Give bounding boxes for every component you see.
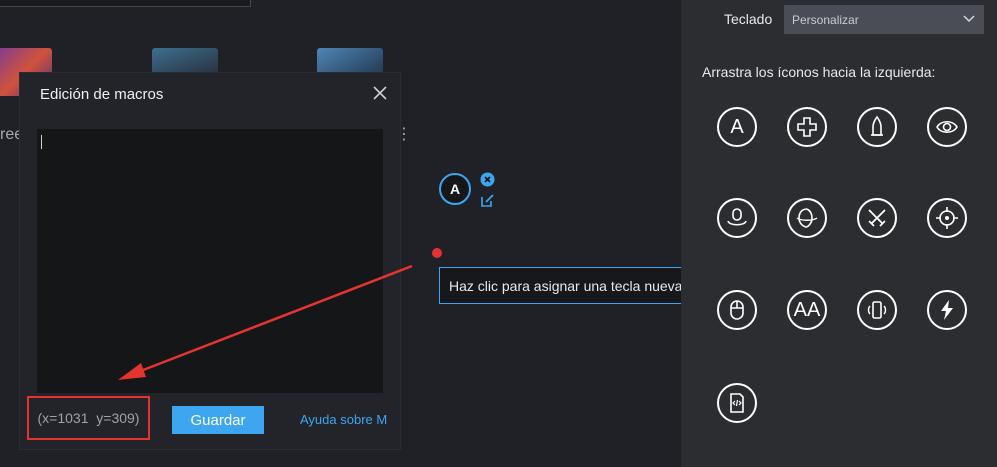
macro-edit-dialog: Edición de macros (x=1031 y=309) Guardar… xyxy=(20,73,400,449)
edit-key-icon[interactable] xyxy=(480,193,495,208)
dpad-icon[interactable] xyxy=(787,107,827,147)
top-bar-fragment xyxy=(0,0,251,7)
drag-hint: Arrastra los íconos hacia la izquierda: xyxy=(702,64,936,80)
crossed-swords-icon[interactable] xyxy=(857,198,897,238)
keyboard-preset-value: Personalizar xyxy=(792,12,859,27)
macro-script-editor[interactable] xyxy=(37,129,383,393)
script-icon[interactable] xyxy=(717,383,757,423)
tooltip: Haz clic para asignar una tecla nueva. xyxy=(439,267,712,304)
phone-shake-icon[interactable] xyxy=(857,290,897,330)
help-link[interactable]: Ayuda sobre M xyxy=(300,412,387,427)
controls-panel: Teclado Personalizar Arrastra los íconos… xyxy=(681,0,997,467)
keyboard-preset-select[interactable]: Personalizar xyxy=(784,5,984,34)
eye-icon[interactable] xyxy=(927,107,967,147)
save-button[interactable]: Guardar xyxy=(172,406,264,434)
assigned-key-a[interactable]: A xyxy=(439,173,471,205)
rotate-view-icon[interactable] xyxy=(717,198,757,238)
chevron-down-icon xyxy=(963,15,975,23)
mouse-icon[interactable] xyxy=(717,290,757,330)
keyboard-label: Teclado xyxy=(724,11,773,27)
lightning-icon[interactable] xyxy=(927,290,967,330)
close-icon[interactable] xyxy=(370,83,390,103)
delete-key-icon[interactable] xyxy=(480,172,495,187)
click-marker xyxy=(432,248,442,258)
text-cursor xyxy=(41,135,42,149)
crosshair-icon[interactable] xyxy=(927,198,967,238)
fire-icon[interactable] xyxy=(857,107,897,147)
multi-tap-icon[interactable]: AA xyxy=(787,290,827,330)
gyro-rotate-icon[interactable] xyxy=(787,198,827,238)
cursor-coordinates: (x=1031 y=309) xyxy=(27,396,150,440)
tap-key-icon[interactable]: A xyxy=(717,107,757,147)
dialog-title: Edición de macros xyxy=(40,86,164,103)
